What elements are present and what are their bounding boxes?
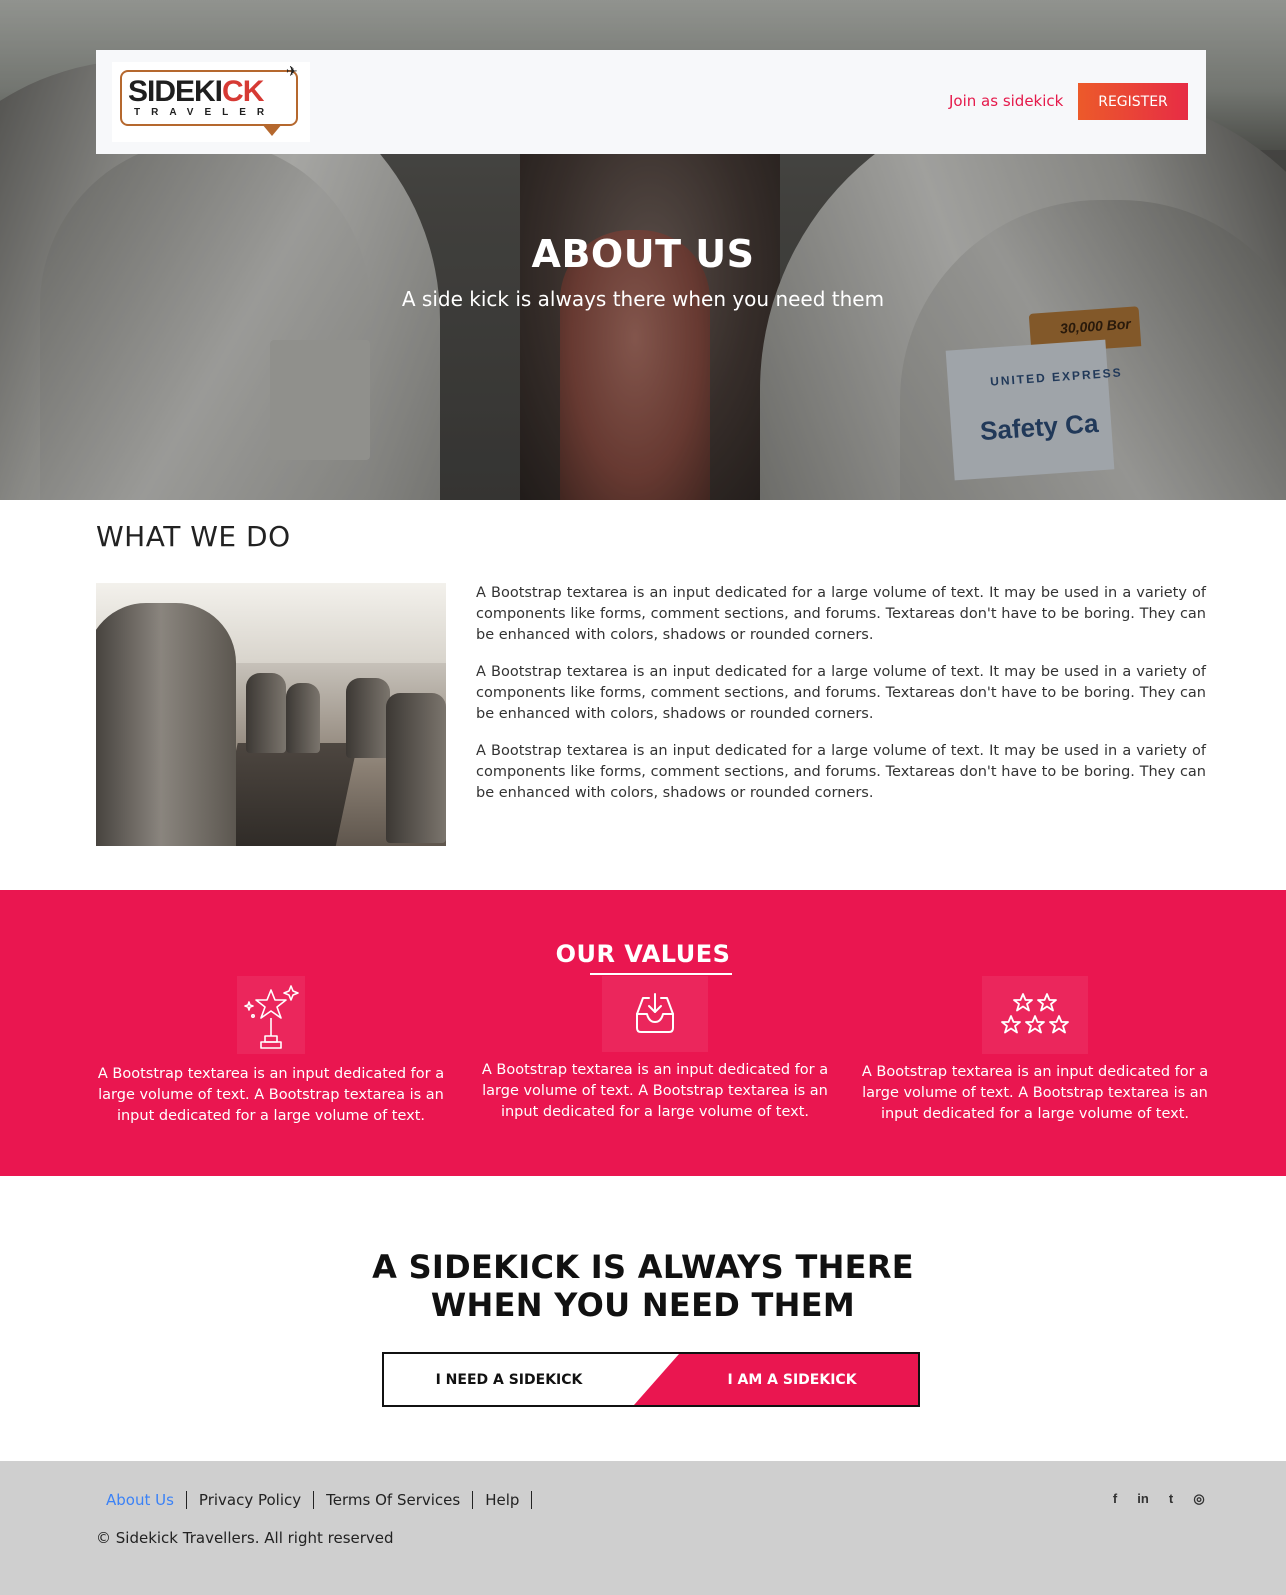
footer-link-about-us[interactable]: About Us [96, 1491, 187, 1509]
cabin-photo-seat [286, 683, 320, 753]
value-item: A Bootstrap textarea is an input dedicat… [480, 976, 830, 1136]
cabin-photo-seat [346, 678, 390, 758]
footer-link-privacy-policy[interactable]: Privacy Policy [189, 1491, 315, 1509]
cta-heading: A SIDEKICK IS ALWAYS THERE WHEN YOU NEED… [0, 1248, 1286, 1324]
what-we-do-heading: WHAT WE DO [96, 520, 291, 553]
value-item: A Bootstrap textarea is an input dedicat… [860, 976, 1210, 1136]
footer-link-terms-of-services[interactable]: Terms Of Services [316, 1491, 474, 1509]
cabin-photo [96, 583, 446, 846]
need-sidekick-button[interactable]: I NEED A SIDEKICK [384, 1354, 684, 1405]
our-values-underline [590, 973, 732, 975]
logo-wordmark-a: SIDEKI [128, 75, 223, 108]
cabin-photo-front-seat [96, 603, 236, 846]
top-navbar: SIDEKICK TRAVELER ✈ Join as sidekick REG… [96, 50, 1206, 154]
sidekick-choice-toggle: I NEED A SIDEKICK I AM A SIDEKICK [382, 1352, 920, 1407]
our-values-heading: OUR VALUES [555, 940, 731, 968]
cta-heading-line1: A SIDEKICK IS ALWAYS THERE [372, 1248, 914, 1286]
register-button[interactable]: REGISTER [1078, 83, 1188, 120]
what-we-do-paragraph: A Bootstrap textarea is an input dedicat… [476, 743, 1206, 801]
inbox-download-icon [602, 976, 708, 1052]
facebook-icon[interactable]: f [1108, 1491, 1122, 1507]
am-sidekick-button[interactable]: I AM A SIDEKICK [664, 1354, 918, 1405]
twitter-icon[interactable]: t [1164, 1491, 1178, 1507]
what-we-do-paragraph: A Bootstrap textarea is an input dedicat… [476, 585, 1206, 643]
hero-subtitle: A side kick is always there when you nee… [401, 287, 885, 311]
cabin-photo-seat [386, 693, 446, 843]
linkedin-icon[interactable]: in [1136, 1491, 1150, 1507]
value-description: A Bootstrap textarea is an input dedicat… [97, 1066, 445, 1124]
page-title: ABOUT US [531, 232, 755, 276]
logo-tagline: TRAVELER [134, 107, 276, 118]
stars-rating-icon [982, 976, 1088, 1054]
our-values-section: OUR VALUES A Bootstrap textarea is an in… [0, 890, 1286, 1176]
value-description: A Bootstrap textarea is an input dedicat… [861, 1064, 1209, 1122]
logo-wordmark-b: CK [222, 75, 264, 108]
site-footer: About Us Privacy Policy Terms Of Service… [0, 1461, 1286, 1595]
trophy-star-icon [237, 976, 305, 1054]
footer-copyright: © Sidekick Travellers. All right reserve… [96, 1529, 394, 1547]
footer-link-help[interactable]: Help [475, 1491, 533, 1509]
social-links: f in t ◎ [1108, 1491, 1206, 1507]
footer-nav: About Us Privacy Policy Terms Of Service… [96, 1491, 533, 1509]
logo-wordmark: SIDEKICK [128, 75, 264, 109]
instagram-icon[interactable]: ◎ [1192, 1491, 1206, 1507]
join-as-sidekick-link[interactable]: Join as sidekick [949, 92, 1063, 110]
what-we-do-paragraph: A Bootstrap textarea is an input dedicat… [476, 664, 1206, 722]
what-we-do-text: A Bootstrap textarea is an input dedicat… [476, 583, 1206, 820]
value-item: A Bootstrap textarea is an input dedicat… [96, 976, 446, 1136]
cabin-photo-seat [246, 673, 286, 753]
value-description: A Bootstrap textarea is an input dedicat… [481, 1062, 829, 1120]
plane-icon: ✈ [286, 64, 298, 80]
cta-heading-line2: WHEN YOU NEED THEM [430, 1286, 856, 1324]
site-logo[interactable]: SIDEKICK TRAVELER ✈ [112, 62, 310, 142]
logo-bubble-tail [262, 124, 282, 136]
